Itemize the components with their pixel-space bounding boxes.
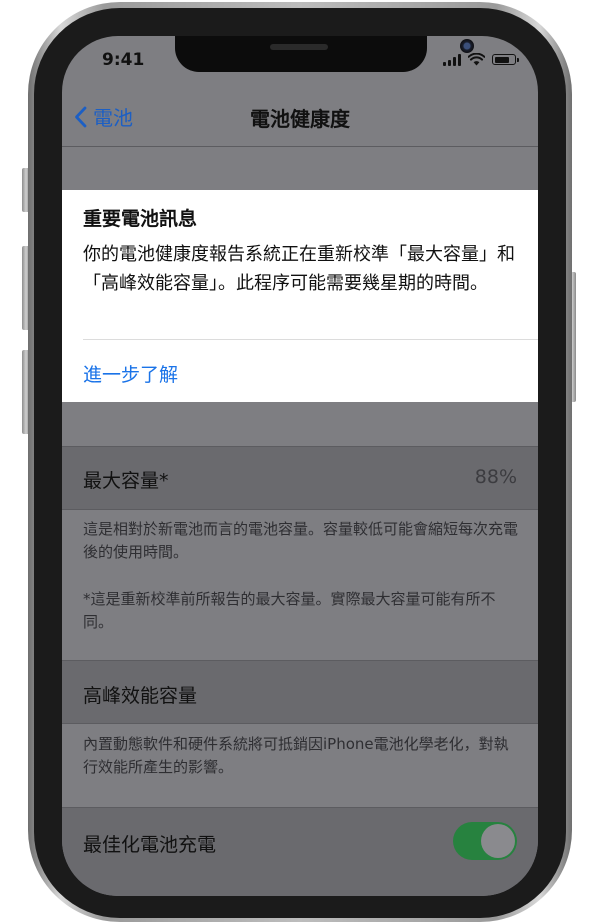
section-divider xyxy=(62,509,538,510)
optimized-charging-toggle[interactable] xyxy=(453,822,517,860)
toggle-knob xyxy=(481,824,515,858)
max-capacity-note: *這是重新校準前所報告的最大容量。實際最大容量可能有所不同。 xyxy=(83,590,496,631)
card-title: 重要電池訊息 xyxy=(83,208,198,230)
max-capacity-footnote: 這是相對於新電池而言的電池容量。容量較低可能會縮短每次充電後的使用時間。 xyxy=(83,520,519,561)
card-body: 你的電池健康度報告系統正在重新校準「最大容量」和「高峰效能容量」。此程序可能需要… xyxy=(83,244,515,294)
battery-level xyxy=(494,56,509,63)
max-capacity-label: 最大容量* xyxy=(83,470,169,492)
max-capacity-row: 最大容量* 88% xyxy=(62,447,538,509)
optimized-charging-row: 最佳化電池充電 xyxy=(62,808,538,896)
phone-screen: 9:41 電池 電池健康度 重要電池訊息 你的電池健康度報告系統正在重新校準「最… xyxy=(62,36,538,896)
section-divider xyxy=(62,723,538,724)
peak-performance-row: 高峰效能容量 xyxy=(62,661,538,723)
battery-icon xyxy=(492,54,519,65)
status-icons xyxy=(443,53,519,66)
peak-performance-label: 高峰效能容量 xyxy=(83,685,198,707)
battery-message-card: 重要電池訊息 你的電池健康度報告系統正在重新校準「最大容量」和「高峰效能容量」。… xyxy=(62,190,538,402)
optimized-charging-label: 最佳化電池充電 xyxy=(83,834,217,856)
notch xyxy=(175,36,474,72)
max-capacity-value: 88% xyxy=(474,466,517,488)
peak-performance-footnote: 內置動態軟件和硬件系統將可抵銷因iPhone電池化學老化，對執行效能所產生的影響… xyxy=(83,735,509,776)
nav-divider xyxy=(62,146,538,147)
wifi-icon xyxy=(468,53,485,66)
camera-icon xyxy=(460,39,474,53)
learn-more-link[interactable]: 進一步了解 xyxy=(83,360,178,387)
status-time: 9:41 xyxy=(102,50,145,70)
speaker-grille xyxy=(270,44,328,50)
card-divider xyxy=(83,339,538,340)
page-title: 電池健康度 xyxy=(250,107,350,131)
signal-icon xyxy=(443,53,461,66)
